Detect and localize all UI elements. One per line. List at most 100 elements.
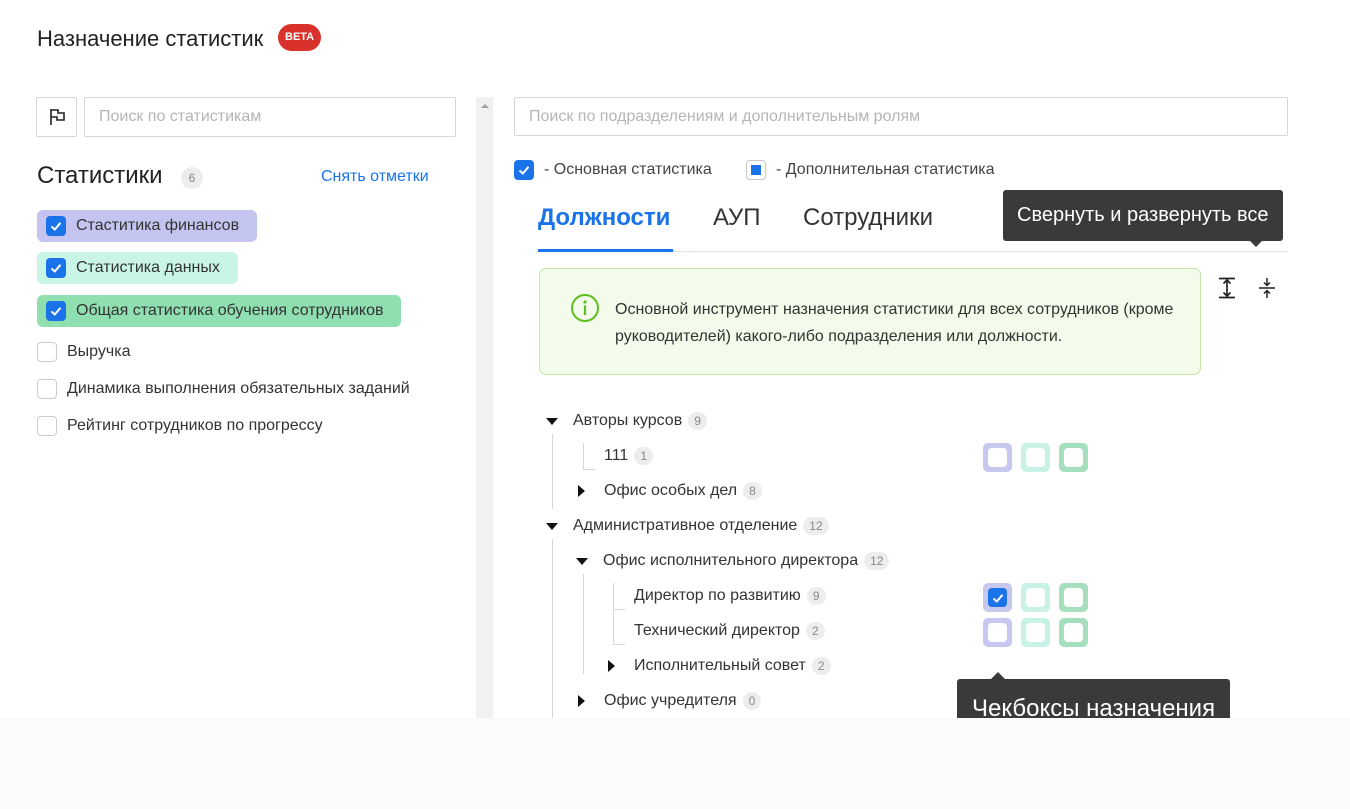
unselect-all-link[interactable]: Снять отметки [321, 168, 429, 186]
tree-node-label: Директор по развитию [634, 587, 801, 604]
checkbox-unchecked[interactable] [37, 379, 57, 399]
checkbox-checked[interactable] [46, 258, 66, 278]
tree-node-count: 2 [805, 622, 825, 640]
legend-primary-label: - Основная статистика [544, 161, 712, 178]
statistic-item[interactable]: Динамика выполнения обязательных заданий [37, 373, 428, 405]
tree-node-count: 8 [743, 482, 762, 500]
tree-node-label: Исполнительный совет [634, 657, 806, 674]
statistic-label: Статистика данных [76, 259, 220, 276]
assign-checkbox-primary[interactable] [983, 583, 1012, 612]
statistics-heading: Статистики [37, 162, 163, 189]
statistic-item[interactable]: Выручка [37, 336, 148, 368]
statistic-label: Рейтинг сотрудников по прогрессу [67, 417, 323, 434]
partial-box-icon [746, 160, 766, 180]
tree-node[interactable]: Исполнительный совет 2 [608, 654, 831, 678]
tree-guide-line [583, 469, 595, 470]
tree-node[interactable]: Офис учредителя 0 [578, 689, 762, 713]
beta-badge: BETA [278, 24, 322, 51]
statistic-item[interactable]: Статистика данных [37, 252, 238, 284]
caret-right-icon[interactable] [578, 485, 585, 497]
tree-node-count: 1 [634, 447, 654, 465]
tree-guide-line [613, 644, 625, 645]
assign-checkbox-primary[interactable] [983, 618, 1012, 647]
tree-node-label: Технический директор [634, 622, 800, 639]
check-icon [50, 264, 62, 273]
tree-node-count: 12 [864, 552, 890, 570]
tree-node-label: Офис учредителя [604, 692, 737, 709]
tree-node[interactable]: Авторы курсов 9 [546, 409, 707, 433]
tree-node-label: Авторы курсов [573, 412, 683, 429]
checkbox-checked[interactable] [46, 216, 66, 236]
statistic-item[interactable]: Стаститика финансов [37, 210, 258, 242]
flag-icon [49, 109, 65, 125]
tree-guide-line [613, 583, 614, 645]
active-tab-indicator [538, 249, 673, 252]
caret-right-icon[interactable] [578, 695, 585, 707]
info-text: Основной инструмент назначения статистик… [615, 301, 1174, 345]
bottom-fade [0, 718, 1350, 809]
checkbox-checked[interactable] [46, 301, 66, 321]
statistic-label: Общая статистика обучения сотрудников [76, 302, 384, 319]
expand-all-button[interactable] [1215, 276, 1239, 300]
checkbox-unchecked[interactable] [37, 342, 57, 362]
scrollbar-track[interactable] [476, 97, 493, 718]
caret-down-icon[interactable] [576, 557, 588, 565]
assign-checkbox-secondary[interactable] [1021, 583, 1050, 612]
collapse-expand-tooltip: Свернуть и развернуть все [1003, 190, 1283, 247]
tab-aup[interactable]: АУП [713, 204, 760, 232]
statistic-label: Выручка [67, 343, 131, 360]
assignment-checkboxes [983, 583, 1088, 612]
statistic-item[interactable]: Рейтинг сотрудников по прогрессу [37, 410, 341, 442]
tree-node-count: 9 [806, 587, 826, 605]
statistic-label: Стаститика финансов [76, 217, 240, 234]
statistics-count-badge: 6 [181, 167, 203, 189]
tree-guide-line [583, 574, 584, 674]
tree-leaf: Директор по развитию 9 [634, 584, 826, 608]
assign-checkbox-primary[interactable] [983, 443, 1012, 472]
caret-right-icon[interactable] [608, 660, 615, 672]
checked-box-icon [514, 160, 534, 180]
caret-down-icon[interactable] [546, 417, 558, 425]
tree-leaf: Технический директор 2 [634, 619, 825, 643]
assign-checkbox-tertiary[interactable] [1059, 583, 1088, 612]
check-icon [992, 593, 1003, 603]
tree-node-count: 9 [688, 412, 707, 430]
expand-all-icon [1219, 277, 1235, 299]
tree-node[interactable]: Офис исполнительного директора 12 [576, 549, 890, 573]
tree-node-label: 111 [604, 447, 629, 464]
collapse-all-button[interactable] [1255, 276, 1279, 300]
info-icon [570, 293, 600, 323]
statistics-search-input[interactable] [84, 97, 456, 137]
check-icon [50, 222, 62, 231]
legend-secondary-label: - Дополнительная статистика [776, 161, 995, 178]
departments-search-input[interactable] [514, 97, 1288, 136]
statistic-label: Динамика выполнения обязательных заданий [67, 380, 410, 397]
statistic-item[interactable]: Общая статистика обучения сотрудников [37, 295, 402, 327]
tree-guide-line [552, 434, 553, 509]
caret-down-icon[interactable] [546, 522, 558, 530]
tree-node-count: 0 [742, 692, 762, 710]
checkbox-unchecked[interactable] [37, 416, 57, 436]
tree-node-label: Офис исполнительного директора [603, 552, 859, 569]
tree-guide-line [613, 609, 625, 610]
page-title: Назначение статистик [37, 26, 264, 51]
tab-positions[interactable]: Должности [538, 204, 670, 232]
assign-checkbox-tertiary[interactable] [1059, 443, 1088, 472]
assignment-checkboxes [983, 618, 1088, 647]
tree-node-label: Административное отделение [573, 517, 798, 534]
tree-guide-line [583, 443, 584, 470]
tree-guide-line [552, 539, 553, 719]
flag-filter-button[interactable] [36, 97, 77, 137]
tab-employees[interactable]: Сотрудники [803, 204, 933, 232]
scroll-up-arrow-icon[interactable] [476, 97, 493, 114]
tree-node[interactable]: Административное отделение 12 [546, 514, 829, 538]
tree-node-label: Офис особых дел [604, 482, 738, 499]
assign-checkbox-secondary[interactable] [1021, 443, 1050, 472]
assign-checkbox-secondary[interactable] [1021, 618, 1050, 647]
assignment-checkboxes [983, 443, 1088, 472]
legend-primary: - Основная статистика [514, 160, 712, 180]
tree-leaf: 111 1 [604, 444, 654, 468]
tree-node-count: 2 [811, 657, 831, 675]
tree-node[interactable]: Офис особых дел 8 [578, 479, 762, 503]
assign-checkbox-tertiary[interactable] [1059, 618, 1088, 647]
